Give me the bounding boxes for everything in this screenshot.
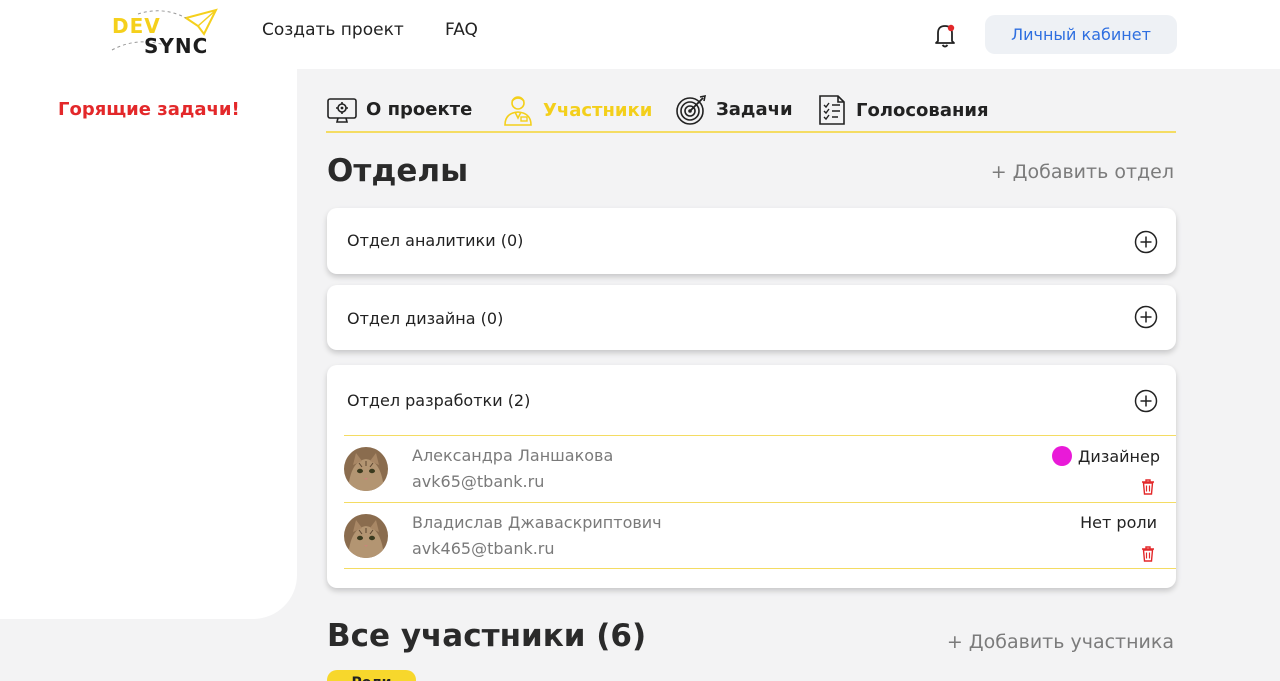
tab-votes-label: Голосования (856, 99, 989, 121)
member-name: Владислав Джаваскриптович (412, 513, 662, 532)
department-card-analytics[interactable]: Отдел аналитики (0) (327, 208, 1176, 274)
all-members-title: Все участники (6) (327, 618, 647, 654)
member-role[interactable]: Дизайнер (1051, 446, 1160, 466)
project-tabs: О проекте Участники Задачи Голосования (326, 90, 1176, 133)
bell-icon[interactable] (930, 20, 960, 50)
role-label: Дизайнер (1077, 446, 1160, 466)
personal-cabinet-button[interactable]: Личный кабинет (985, 15, 1177, 54)
member-name: Александра Ланшакова (412, 446, 614, 465)
avatar (344, 447, 388, 491)
add-member-icon[interactable] (1134, 230, 1158, 254)
person-icon (504, 96, 532, 126)
department-title: Отдел разработки (2) (347, 391, 531, 410)
member-role[interactable]: Нет роли (1080, 513, 1157, 532)
checklist-icon (819, 95, 845, 125)
monitor-gear-icon (327, 98, 357, 123)
departments-title: Отделы (327, 153, 469, 189)
roles-button[interactable]: Роли (327, 670, 416, 681)
tab-votes[interactable]: Голосования (816, 93, 989, 127)
role-color-dot (1051, 446, 1072, 466)
tab-tasks[interactable]: Задачи (675, 93, 793, 126)
nav-create-project[interactable]: Создать проект (262, 20, 404, 40)
tab-about-project[interactable]: О проекте (326, 93, 472, 125)
avatar (344, 514, 388, 558)
trash-icon[interactable] (1140, 545, 1156, 563)
member-row[interactable]: Владислав Джаваскриптович avk465@tbank.r… (344, 502, 1176, 569)
department-card-development[interactable]: Отдел разработки (2) Александра Ланшаков… (327, 365, 1176, 588)
role-label: Нет роли (1080, 513, 1157, 532)
add-member-icon[interactable] (1134, 305, 1158, 329)
member-email: avk465@tbank.ru (412, 539, 555, 558)
tab-tasks-label: Задачи (716, 99, 793, 120)
member-email: avk65@tbank.ru (412, 472, 545, 491)
target-icon (676, 94, 707, 125)
department-title: Отдел аналитики (0) (347, 231, 524, 250)
member-row[interactable]: Александра Ланшакова avk65@tbank.ru Диза… (344, 435, 1176, 502)
department-card-design[interactable]: Отдел дизайна (0) (327, 285, 1176, 350)
nav-faq[interactable]: FAQ (445, 20, 478, 40)
devsync-logo[interactable]: DEV SYNC (108, 6, 220, 58)
trash-icon[interactable] (1140, 478, 1156, 496)
sidebar: Горящие задачи! (0, 69, 297, 619)
add-department-button[interactable]: + Добавить отдел (991, 161, 1174, 183)
department-title: Отдел дизайна (0) (347, 309, 504, 328)
tab-participants-label: Участники (543, 99, 653, 121)
hot-tasks-link[interactable]: Горящие задачи! (58, 99, 240, 120)
add-member-icon[interactable] (1134, 389, 1158, 413)
tab-participants[interactable]: Участники (501, 93, 652, 127)
top-header: DEV SYNC Создать проект FAQ Личный кабин… (0, 0, 1280, 69)
logo-sync-text: SYNC (144, 34, 209, 58)
add-member-button[interactable]: + Добавить участника (947, 631, 1174, 653)
tab-about-label: О проекте (366, 98, 473, 120)
